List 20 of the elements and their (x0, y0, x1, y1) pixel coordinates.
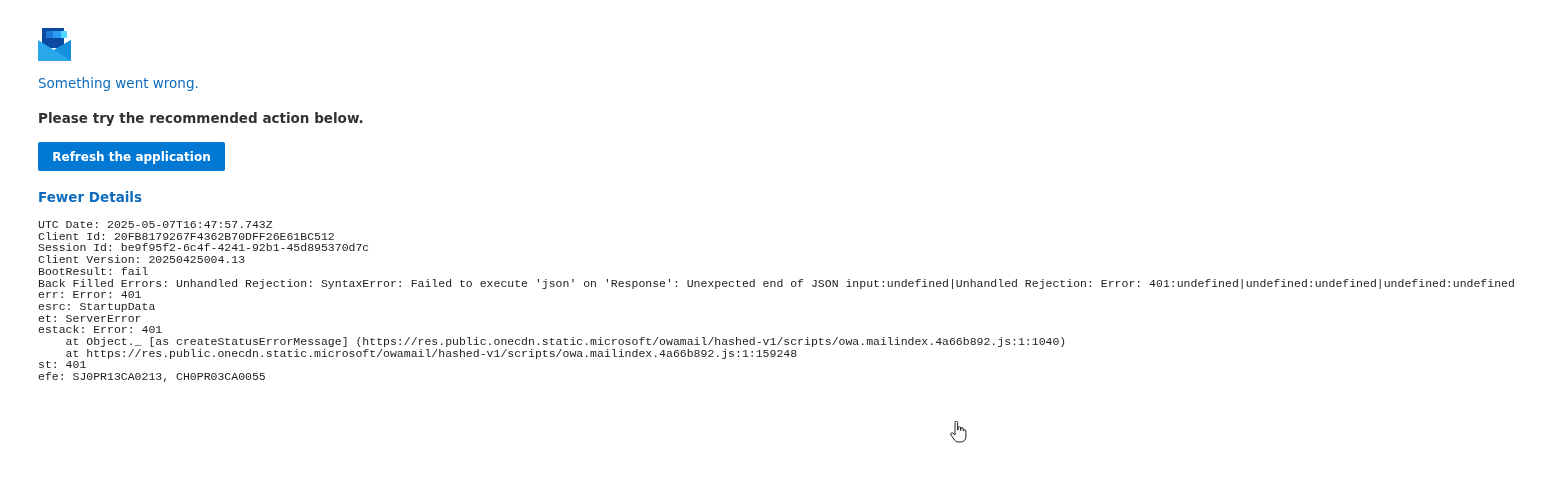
detail-line: Client Id: 20FB8179267F4362B70DFF26E61BC512 (38, 230, 336, 243)
detail-line: Back Filled Errors: Unhandled Rejection: SyntaxError: Failed to execute 'json' on 'Response': Unexpected end of JSON input:undefined|Unhandled Rejection: Error: 401:undefined|undefined:undefined|undefined:undefined (38, 277, 1515, 290)
detail-line: at Object._ [as createStatusErrorMessage] (https://res.public.onecdn.static.microsoft/owamail/hashed-v1/scripts/owa.mailindex.4a66b892.js:1:1040) (64, 336, 1068, 348)
detail-line: st: 401 (38, 359, 87, 372)
error-message: Something went wrong. (38, 75, 199, 91)
instruction-text: Please try the recommended action below. (38, 110, 364, 126)
detail-line: Session Id: be9f95f2-6c4f-4241-92b1-45d895370d7c (38, 242, 371, 255)
detail-line: efe: SJ0PR13CA0213, CH0PR03CA0055 (38, 371, 267, 383)
details-toggle-link[interactable]: Fewer Details (38, 189, 143, 205)
detail-line: err: Error: 401 (38, 289, 143, 301)
mail-logo-icon (38, 28, 71, 61)
detail-line: UTC Date: 2025-05-07T16:47:57.743Z (38, 219, 274, 231)
detail-line: Client Version: 20250425004.13 (38, 254, 247, 266)
detail-line: et: ServerError (38, 312, 142, 325)
detail-line: estack: Error: 401 (38, 324, 164, 337)
hand-cursor-icon (950, 421, 967, 443)
detail-line: at https://res.public.onecdn.static.microsoft/owamail/hashed-v1/scripts/owa.mailindex.4a66b892.js:1:159248 (64, 347, 798, 360)
refresh-button[interactable]: Refresh the application (38, 142, 225, 171)
detail-line: esrc: StartupData (38, 300, 157, 313)
detail-line: BootResult: fail (38, 265, 150, 278)
